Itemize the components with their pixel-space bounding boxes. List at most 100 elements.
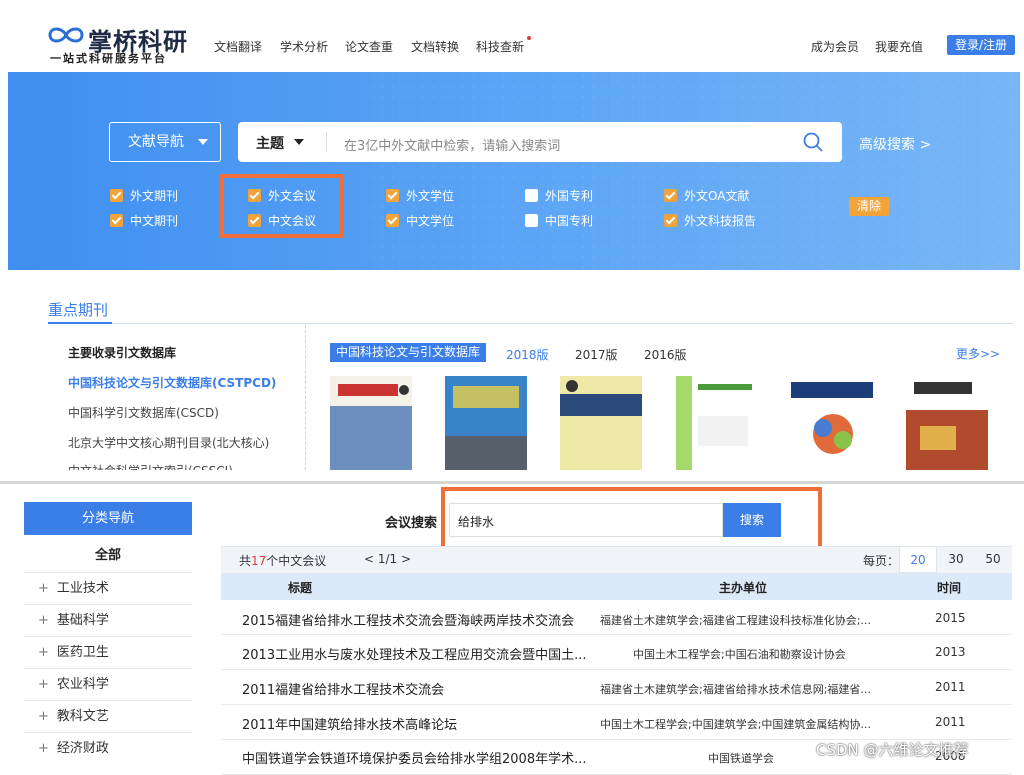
hero-pattern <box>368 72 1020 270</box>
category-item[interactable]: + 基础科学 <box>24 604 192 636</box>
row-year: 2011 <box>935 680 966 694</box>
table-header <box>221 573 1012 600</box>
category-item[interactable]: + 教科文艺 <box>24 700 192 732</box>
row-organizer: 中国土木工程学会;中国石油和勘察设计协会 <box>633 648 846 661</box>
watermark: CSDN @六维论文推荐 <box>816 741 969 759</box>
journal-cover-image[interactable] <box>791 376 873 470</box>
tab-2017[interactable]: 2017版 <box>575 346 618 363</box>
column-organizer: 主办单位 <box>719 581 768 595</box>
literature-nav-label: 文献导航 <box>128 134 184 150</box>
row-organizer: 中国铁道学会 <box>708 752 774 765</box>
highlight-box <box>441 487 822 553</box>
more-link[interactable]: 更多>> <box>956 345 1000 362</box>
citation-db-heading: 主要收录引文数据库 <box>68 346 177 360</box>
logo-subtitle: 一站式科研服务平台 <box>50 52 167 65</box>
category-item[interactable]: + 工业技术 <box>24 572 192 604</box>
citation-db-item[interactable]: 中国科技论文与引文数据库(CSTPCD) <box>68 374 276 391</box>
per-page-50[interactable]: 50 <box>974 546 1012 573</box>
per-page-30[interactable]: 30 <box>937 546 975 573</box>
checkbox-checked-icon[interactable] <box>664 189 677 202</box>
advanced-search-link[interactable]: 高级搜索 > <box>859 134 931 154</box>
plus-icon: + <box>38 677 49 692</box>
filter-chinese-thesis[interactable]: 中文学位 <box>386 212 454 229</box>
clear-button[interactable]: 清除 <box>849 197 889 216</box>
new-dot-icon <box>527 36 531 40</box>
pagination[interactable]: < 1/1 > <box>364 552 411 566</box>
filter-chinese-patent[interactable]: 中国专利 <box>525 212 593 229</box>
highlight-box <box>220 174 344 238</box>
logo-icon <box>48 27 84 43</box>
row-organizer: 福建省土木建筑学会;福建省工程建设科技标准化协会;... <box>600 614 871 627</box>
row-organizer: 中国土木工程学会;中国建筑学会;中国建筑金属结构协... <box>600 718 871 731</box>
row-title[interactable]: 中国铁道学会铁道环境保护委员会给排水学组2008年学术... <box>242 748 586 767</box>
checkbox-unchecked-icon[interactable] <box>525 189 538 202</box>
top-screenshot-panel: 掌桥科研 一站式科研服务平台 文档翻译 学术分析 论文查重 文档转换 科技查新 … <box>8 0 1020 470</box>
column-title: 标题 <box>288 581 313 595</box>
citation-db-item[interactable]: 中文社会科学引文索引(CSSCI) <box>68 462 233 470</box>
filter-foreign-report[interactable]: 外文科技报告 <box>664 212 756 229</box>
journal-cover-image[interactable] <box>676 376 758 470</box>
plus-icon: + <box>38 613 49 628</box>
checkbox-unchecked-icon[interactable] <box>525 214 538 227</box>
filter-foreign-patent[interactable]: 外国专利 <box>525 187 593 204</box>
checkbox-checked-icon[interactable] <box>110 189 123 202</box>
search-input[interactable]: 在3亿中外文献中检索，请输入搜索词 <box>344 135 560 154</box>
nav-translate[interactable]: 文档翻译 <box>214 38 262 55</box>
nav-novelty[interactable]: 科技查新 <box>476 38 524 55</box>
tab-cstpcd[interactable]: 中国科技论文与引文数据库 <box>330 343 487 362</box>
citation-db-item[interactable]: 北京大学中文核心期刊目录(北大核心) <box>68 434 269 451</box>
divider <box>48 323 1013 324</box>
nav-plagiarism[interactable]: 论文查重 <box>345 38 393 55</box>
plus-icon: + <box>38 709 49 724</box>
login-button[interactable]: 登录/注册 <box>947 35 1015 55</box>
row-year: 2011 <box>935 715 966 729</box>
journal-cover-image[interactable] <box>330 376 412 470</box>
plus-icon: + <box>38 741 49 756</box>
tab-2016[interactable]: 2016版 <box>644 346 687 363</box>
divider <box>48 322 112 324</box>
result-count: 共17个中文会议 <box>239 554 327 568</box>
recharge-link[interactable]: 我要充值 <box>875 38 923 55</box>
row-organizer: 福建省土木建筑学会;福建省给排水技术信息网;福建省... <box>600 683 871 696</box>
literature-nav-button[interactable]: 文献导航 <box>109 122 221 162</box>
row-title[interactable]: 2011年中国建筑给排水技术高峰论坛 <box>242 714 457 733</box>
filter-chinese-journal[interactable]: 中文期刊 <box>110 212 178 229</box>
row-year: 2015 <box>935 611 966 625</box>
row-year: 2013 <box>935 645 966 659</box>
checkbox-checked-icon[interactable] <box>110 214 123 227</box>
category-item[interactable]: + 农业科学 <box>24 668 192 700</box>
caret-down-icon <box>198 139 208 145</box>
row-title[interactable]: 2015福建省给排水工程技术交流会暨海峡两岸技术交流会 <box>242 610 574 629</box>
plus-icon: + <box>38 581 49 596</box>
tab-2018[interactable]: 2018版 <box>506 346 549 363</box>
checkbox-checked-icon[interactable] <box>664 214 677 227</box>
row-title[interactable]: 2011福建省给排水工程技术交流会 <box>242 679 444 698</box>
filter-foreign-thesis[interactable]: 外文学位 <box>386 187 454 204</box>
row-title[interactable]: 2013工业用水与废水处理技术及工程应用交流会暨中国土... <box>242 644 586 663</box>
checkbox-checked-icon[interactable] <box>386 189 399 202</box>
main-search-box[interactable]: 主题 在3亿中外文献中检索，请输入搜索词 <box>238 122 842 162</box>
search-type-select[interactable]: 主题 <box>256 133 284 153</box>
filter-foreign-journal[interactable]: 外文期刊 <box>110 187 178 204</box>
journal-cover-image[interactable] <box>560 376 642 470</box>
conference-search-label: 会议搜索 <box>385 516 438 531</box>
per-page-20[interactable]: 20 <box>899 546 937 573</box>
category-nav-title: 分类导航 <box>24 502 192 535</box>
checkbox-checked-icon[interactable] <box>386 214 399 227</box>
citation-db-item[interactable]: 中国科学引文数据库(CSCD) <box>68 404 219 421</box>
journal-cover-image[interactable] <box>445 376 527 470</box>
member-link[interactable]: 成为会员 <box>811 38 859 55</box>
nav-convert[interactable]: 文档转换 <box>411 38 459 55</box>
category-item[interactable]: + 医药卫生 <box>24 636 192 668</box>
category-all[interactable]: 全部 <box>24 544 192 563</box>
section-title: 重点期刊 <box>48 301 109 319</box>
column-time: 时间 <box>937 581 962 595</box>
filter-foreign-oa[interactable]: 外文OA文献 <box>664 187 749 204</box>
plus-icon: + <box>38 645 49 660</box>
category-item[interactable]: + 经济财政 <box>24 732 192 764</box>
nav-analysis[interactable]: 学术分析 <box>280 38 328 55</box>
search-icon[interactable] <box>802 131 824 153</box>
divider <box>326 132 327 152</box>
caret-down-icon <box>294 139 304 145</box>
journal-cover-image[interactable] <box>906 376 988 470</box>
